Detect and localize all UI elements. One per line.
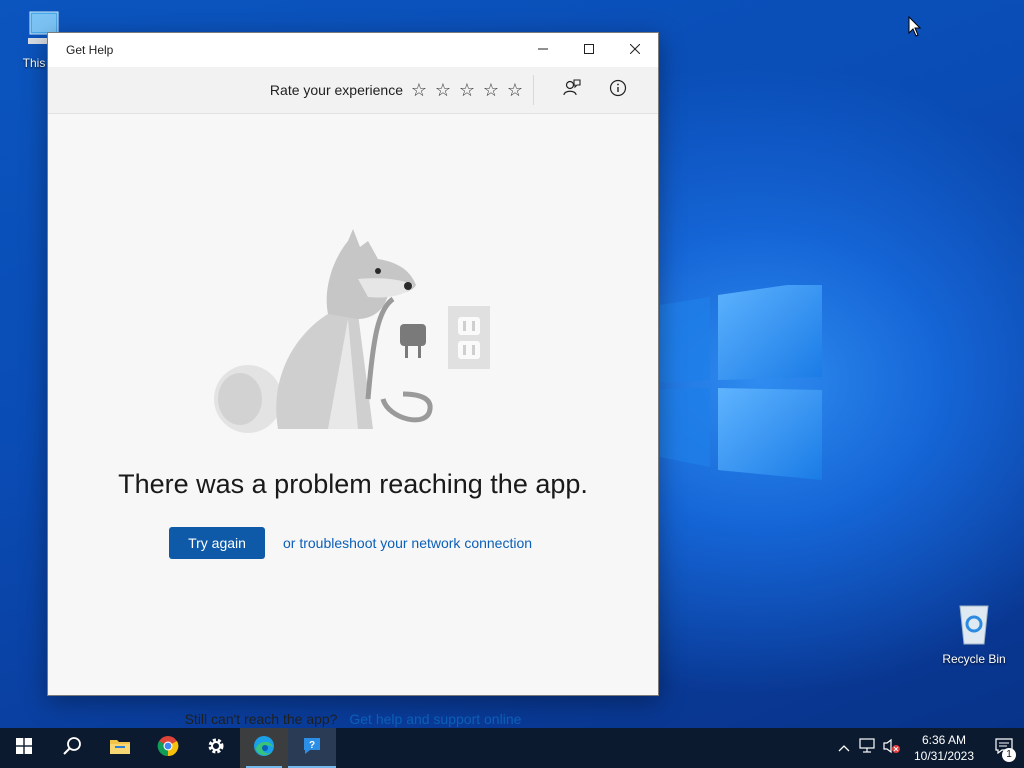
taskbar-settings[interactable]	[192, 728, 240, 768]
chrome-icon	[157, 735, 179, 762]
show-hidden-icons-button[interactable]	[832, 728, 856, 768]
chevron-up-icon	[838, 739, 850, 757]
star-rating: ☆ ☆ ☆ ☆ ☆	[407, 78, 527, 102]
try-again-button[interactable]: Try again	[169, 527, 265, 559]
search-icon	[62, 736, 82, 761]
desktop-icon-recycle-bin[interactable]: Recycle Bin	[938, 602, 1010, 666]
clock-time: 6:36 AM	[921, 733, 967, 747]
troubleshoot-network-link[interactable]: or troubleshoot your network connection	[283, 535, 532, 551]
clock-date: 10/31/2023	[913, 749, 975, 763]
info-icon	[609, 79, 627, 102]
volume-muted-icon	[883, 738, 901, 759]
error-headline: There was a problem reaching the app.	[118, 469, 588, 499]
star-3-icon[interactable]: ☆	[455, 78, 479, 102]
mouse-cursor-icon	[908, 15, 922, 43]
system-tray: 6:36 AM 10/31/2023 1	[832, 728, 1024, 768]
notification-count-badge: 1	[1002, 748, 1016, 762]
taskbar-edge[interactable]	[240, 728, 288, 768]
windows-logo	[640, 285, 830, 485]
rate-experience-label: Rate your experience	[269, 82, 403, 98]
action-center-button[interactable]: 1	[984, 728, 1024, 768]
title-bar[interactable]: Get Help	[48, 33, 658, 67]
unplugged-dog-illustration	[208, 219, 508, 444]
support-footer: Still can't reach the app? Get help and …	[48, 711, 658, 727]
window-title: Get Help	[66, 43, 114, 57]
get-help-icon: ?	[301, 735, 323, 762]
get-help-window: Get Help Rate your experience ☆ ☆ ☆ ☆ ☆ …	[47, 32, 659, 727]
start-button[interactable]	[0, 728, 48, 768]
settings-icon	[206, 736, 226, 761]
get-help-online-link[interactable]: Get help and support online	[349, 711, 521, 727]
svg-text:?: ?	[309, 740, 315, 751]
command-separator	[533, 75, 534, 105]
taskbar: ? 6:36 AM 10/31/2023 1	[0, 728, 1024, 768]
edge-icon	[253, 735, 275, 762]
maximize-button[interactable]	[566, 33, 612, 67]
star-1-icon[interactable]: ☆	[407, 78, 431, 102]
minimize-icon	[538, 41, 548, 59]
taskbar-get-help[interactable]: ?	[288, 728, 336, 768]
desktop-icon-label: Recycle Bin	[942, 652, 1006, 666]
minimize-button[interactable]	[520, 33, 566, 67]
still-cant-reach-text: Still can't reach the app?	[184, 711, 338, 727]
network-icon	[859, 737, 877, 759]
maximize-icon	[584, 41, 594, 59]
feedback-icon	[563, 78, 581, 102]
recycle-bin-icon	[938, 602, 1010, 649]
taskbar-file-explorer[interactable]	[96, 728, 144, 768]
info-button[interactable]	[600, 72, 636, 108]
star-5-icon[interactable]: ☆	[503, 78, 527, 102]
start-icon	[16, 737, 32, 759]
close-button[interactable]	[612, 33, 658, 67]
error-page: There was a problem reaching the app. Tr…	[48, 114, 658, 727]
error-actions: Try again or troubleshoot your network c…	[169, 527, 532, 559]
feedback-button[interactable]	[554, 72, 590, 108]
star-2-icon[interactable]: ☆	[431, 78, 455, 102]
taskbar-clock[interactable]: 6:36 AM 10/31/2023	[908, 732, 980, 764]
network-button[interactable]	[856, 728, 880, 768]
file-explorer-icon	[109, 737, 131, 760]
close-icon	[629, 41, 641, 59]
star-4-icon[interactable]: ☆	[479, 78, 503, 102]
volume-button[interactable]	[880, 728, 904, 768]
command-bar: Rate your experience ☆ ☆ ☆ ☆ ☆	[48, 67, 658, 114]
taskbar-chrome[interactable]	[144, 728, 192, 768]
search-button[interactable]	[48, 728, 96, 768]
